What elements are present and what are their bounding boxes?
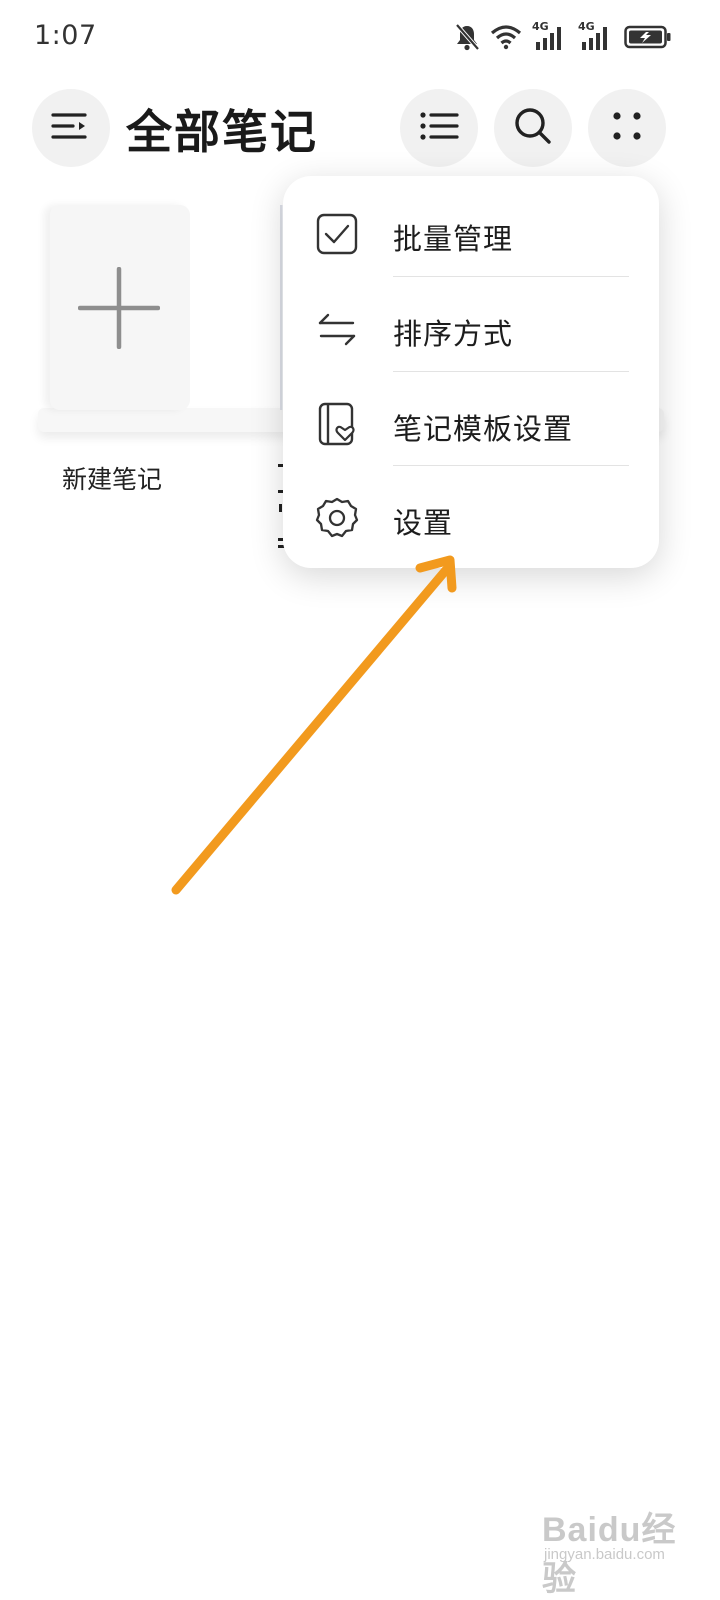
menu-item-settings[interactable]: 设置 (283, 466, 659, 560)
menu-item-label: 排序方式 (393, 317, 514, 351)
page-title: 全部笔记 (126, 105, 318, 159)
search-button[interactable] (494, 89, 572, 167)
watermark-url: jingyan.baidu.com (544, 1546, 665, 1563)
status-bar: 1:07 4G 4G (0, 0, 720, 76)
status-time: 1:07 (34, 20, 97, 51)
status-icons: 4G 4G (454, 20, 672, 52)
new-note-card[interactable] (50, 205, 190, 410)
search-icon (513, 106, 553, 150)
more-dots-icon (610, 109, 644, 147)
sort-arrows-icon (315, 307, 359, 351)
menu-item-label: 设置 (393, 506, 454, 540)
menu-item-template-settings[interactable]: 笔记模板设置 (283, 372, 659, 466)
list-view-button[interactable] (400, 89, 478, 167)
watermark: Baidu经验 jingyan.baidu.com (540, 1492, 690, 1598)
gear-icon (315, 496, 359, 540)
menu-item-batch-manage[interactable]: 批量管理 (283, 182, 659, 276)
menu-icon (51, 110, 91, 146)
wifi-icon (490, 24, 522, 50)
battery-charging-icon (624, 24, 672, 50)
signal-icon-1: 4G (532, 20, 568, 52)
list-view-icon (419, 110, 459, 146)
bell-muted-icon (454, 23, 480, 51)
template-heart-icon (315, 402, 359, 446)
menu-item-label: 批量管理 (393, 222, 514, 256)
menu-button[interactable] (32, 89, 110, 167)
menu-item-sort[interactable]: 排序方式 (283, 277, 659, 371)
checkbox-icon (315, 212, 359, 256)
more-options-button[interactable] (588, 89, 666, 167)
new-note-label: 新建笔记 (62, 465, 163, 494)
signal-icon-2: 4G (578, 20, 614, 52)
popup-menu: 批量管理 排序方式 笔记模板设置 设置 (283, 176, 659, 568)
menu-item-label: 笔记模板设置 (393, 412, 574, 446)
